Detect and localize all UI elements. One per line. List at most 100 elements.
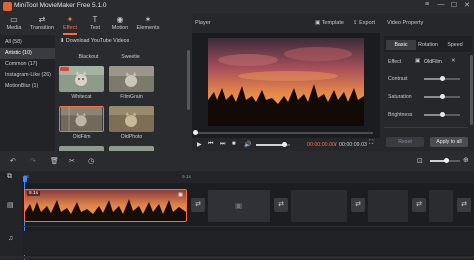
effect-label-oldphoto: OldPhoto: [120, 134, 143, 140]
tool-media[interactable]: ▭ Media: [2, 13, 26, 35]
effect-label-whitecat: Whitecat: [71, 94, 92, 100]
saturation-slider[interactable]: [424, 94, 460, 99]
maximize-button[interactable]: ☐: [448, 1, 460, 9]
category-instagram-like[interactable]: Instagram-Like (26): [0, 70, 55, 81]
reset-button[interactable]: Reset: [386, 137, 424, 147]
effect-thumb-filmgrain[interactable]: [109, 66, 154, 92]
video-clip[interactable]: 9.1s ▣: [24, 189, 187, 222]
property-divider: [384, 127, 468, 128]
template-icon: ▣: [315, 20, 322, 26]
brightness-label: Brightness: [388, 112, 413, 118]
remove-effect-icon[interactable]: ✕: [451, 58, 456, 64]
player-label: Player: [195, 20, 211, 26]
download-youtube-link[interactable]: ⬇ Download YouTube Videos: [60, 38, 129, 44]
undo-icon[interactable]: ↶: [10, 157, 16, 165]
template-label: Template: [321, 20, 344, 26]
empty-media-slot[interactable]: [291, 190, 347, 222]
export-button[interactable]: ⇪ Export: [353, 20, 375, 26]
tool-elements[interactable]: ✶ Elements: [134, 13, 162, 35]
zoom-knob[interactable]: [444, 158, 449, 163]
empty-media-slot[interactable]: ▣: [208, 190, 270, 222]
effect-icon: ✦: [66, 15, 74, 24]
tab-basic[interactable]: Basic: [386, 40, 416, 50]
category-common[interactable]: Common (17): [0, 59, 55, 70]
empty-media-slot[interactable]: [429, 190, 453, 222]
timeline-hscroll[interactable]: [0, 256, 474, 259]
timeline-ruler[interactable]: 0s 9.1s: [22, 171, 474, 183]
sunset-frame: [208, 38, 364, 126]
delete-icon[interactable]: 🗑: [50, 157, 59, 165]
folder-icon: ▭: [10, 15, 18, 24]
tool-motion[interactable]: ◉ Motion: [108, 13, 132, 35]
new-badge: [60, 67, 69, 71]
saturation-knob[interactable]: [439, 94, 445, 99]
transition-slot[interactable]: ⇄: [457, 198, 471, 212]
property-scrollbar[interactable]: [470, 55, 473, 125]
transition-slot[interactable]: ⇄: [191, 198, 205, 212]
brightness-slider[interactable]: [424, 112, 460, 117]
empty-media-slot[interactable]: [368, 190, 408, 222]
transition-icon: ⇄: [38, 15, 46, 24]
transition-slot[interactable]: ⇄: [412, 198, 426, 212]
tab-speed[interactable]: Speed: [440, 40, 470, 50]
contrast-knob[interactable]: [439, 76, 445, 81]
contrast-label: Contrast: [388, 76, 408, 82]
placeholder-media-icon: ▣: [235, 201, 243, 210]
player-progress-knob[interactable]: [192, 130, 198, 135]
category-all[interactable]: All (58): [0, 37, 55, 48]
elements-icon: ✶: [144, 15, 152, 24]
play-button[interactable]: ▶: [197, 141, 202, 148]
volume-slider[interactable]: [256, 142, 290, 147]
template-button[interactable]: ▣ Template: [315, 20, 344, 26]
next-frame-button[interactable]: ⏭: [220, 141, 225, 148]
volume-icon[interactable]: 🔊: [244, 141, 251, 148]
tool-effect[interactable]: ✦ Effect: [58, 13, 82, 35]
zoom-fit-icon[interactable]: ⊡: [417, 157, 423, 165]
property-title: Video Property: [387, 20, 424, 26]
prev-frame-button[interactable]: ⏮: [208, 141, 213, 148]
menu-icon[interactable]: ≡: [421, 1, 433, 8]
effect-thumb-oldfilm[interactable]: [59, 106, 104, 132]
zoom-in-icon[interactable]: ⊕: [463, 156, 469, 164]
export-label: Export: [359, 20, 376, 26]
oldfilm-preview: [60, 107, 103, 131]
effect-thumb-oldphoto[interactable]: [109, 106, 154, 132]
tool-label: Media: [6, 25, 22, 31]
tool-label: Motion: [111, 25, 129, 31]
text-icon: T: [92, 15, 98, 24]
tool-transition[interactable]: ⇄ Transition: [28, 13, 56, 35]
transition-slot[interactable]: ⇄: [351, 198, 365, 212]
stop-button[interactable]: ■: [232, 141, 236, 147]
track-header: ⧉ ▤ ♫: [0, 171, 22, 260]
add-track-icon[interactable]: ⧉: [7, 173, 12, 181]
tool-text[interactable]: T Text: [84, 13, 106, 35]
effects-scrollbar[interactable]: [187, 50, 190, 110]
speed-icon[interactable]: ◷: [88, 157, 94, 165]
contrast-slider[interactable]: [424, 76, 460, 81]
effect-label-filmgrain: FilmGrain: [120, 94, 143, 100]
tab-rotation[interactable]: Rotation: [413, 40, 443, 50]
transition-slot[interactable]: ⇄: [274, 198, 288, 212]
audio-track[interactable]: [22, 231, 474, 255]
video-track-icon: ▤: [7, 202, 14, 209]
category-motionblur[interactable]: MotionBlur (1): [0, 81, 55, 92]
tool-label: Text: [89, 25, 101, 31]
apply-to-all-button[interactable]: Apply to all: [430, 137, 468, 147]
ruler-mark-end: 9.1s: [182, 175, 192, 180]
app-title: MiniTool MovieMaker Free 5.1.0: [14, 2, 107, 9]
category-artistic[interactable]: Artistic (10): [0, 48, 55, 59]
timeline-toolbar: ↶ ↷ 🗑 ✂ ◷ ⊡ ⊕: [0, 151, 474, 171]
redo-icon[interactable]: ↷: [30, 157, 36, 165]
audio-track-icon: ♫: [8, 235, 14, 242]
split-icon[interactable]: ✂: [69, 157, 75, 165]
motion-icon: ◉: [116, 15, 124, 24]
fullscreen-icon[interactable]: ⛶: [369, 140, 373, 147]
effect-label-blackout: Blackout: [78, 54, 99, 60]
close-button[interactable]: ✕: [461, 1, 473, 9]
player-progress-track[interactable]: [192, 130, 373, 135]
brightness-knob[interactable]: [439, 112, 445, 117]
zoom-slider[interactable]: [430, 158, 460, 163]
minimize-button[interactable]: —: [435, 1, 447, 8]
download-youtube-label: Download YouTube Videos: [65, 38, 130, 44]
video-preview: [208, 38, 364, 126]
